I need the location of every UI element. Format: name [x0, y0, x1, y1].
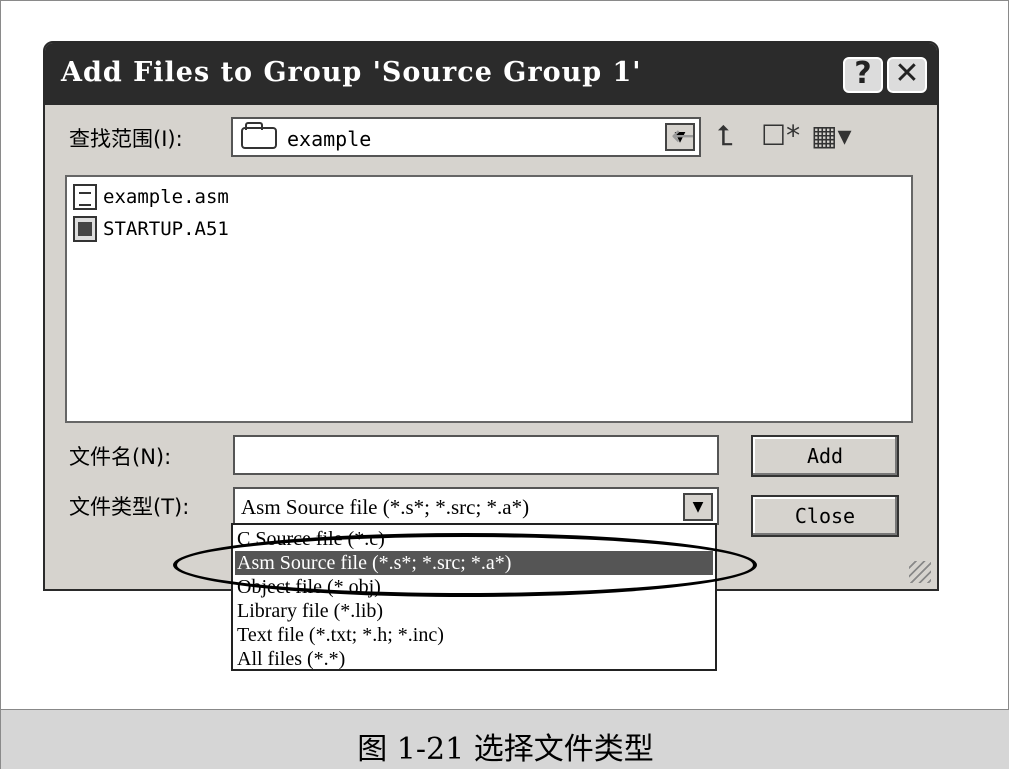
look-in-value: example — [287, 127, 372, 151]
dropdown-option[interactable]: Library file (*.lib) — [237, 599, 383, 623]
list-item[interactable]: example.asm — [73, 183, 229, 211]
file-type-value: Asm Source file (*.s*; *.src; *.a*) — [241, 495, 530, 519]
file-type-dropdown[interactable]: C Source file (*.c) Asm Source file (*.s… — [231, 523, 717, 671]
figure-frame: Add Files to Group 'Source Group 1' ? ✕ … — [0, 0, 1009, 769]
dialog-title: Add Files to Group 'Source Group 1' — [61, 57, 642, 88]
file-name-input[interactable] — [233, 435, 719, 475]
file-name-label: 文件名(N): — [69, 445, 172, 469]
document-icon — [73, 184, 97, 210]
look-in-combo[interactable]: example ▼ — [231, 117, 701, 157]
up-folder-icon[interactable]: ⮤ — [717, 119, 734, 153]
resize-grip-icon[interactable] — [909, 561, 931, 583]
dropdown-option[interactable]: C Source file (*.c) — [237, 527, 385, 551]
file-name: example.asm — [103, 186, 229, 208]
add-files-dialog: Add Files to Group 'Source Group 1' ? ✕ … — [43, 41, 939, 591]
executable-icon — [73, 216, 97, 242]
figure-caption: 图 1-21 选择文件类型 — [357, 732, 654, 767]
back-arrow-icon[interactable]: ← — [671, 119, 694, 153]
dropdown-option-selected[interactable]: Asm Source file (*.s*; *.src; *.a*) — [235, 551, 713, 575]
dropdown-option[interactable]: Text file (*.txt; *.h; *.inc) — [237, 623, 444, 647]
add-button[interactable]: Add — [751, 435, 899, 477]
new-folder-icon[interactable]: ☐* — [761, 119, 800, 153]
close-window-button[interactable]: ✕ — [887, 57, 927, 93]
file-type-combo[interactable]: Asm Source file (*.s*; *.src; *.a*) ▼ — [233, 487, 719, 525]
dropdown-option[interactable]: All files (*.*) — [237, 647, 345, 671]
close-button[interactable]: Close — [751, 495, 899, 537]
chevron-down-icon[interactable]: ▼ — [683, 493, 713, 521]
title-bar: Add Files to Group 'Source Group 1' ? ✕ — [45, 43, 937, 105]
view-menu-icon[interactable]: ▦▾ — [811, 119, 852, 153]
look-in-label: 查找范围(I): — [69, 127, 183, 151]
folder-icon — [241, 122, 277, 149]
help-button[interactable]: ? — [843, 57, 883, 93]
file-name: STARTUP.A51 — [103, 218, 229, 240]
caption-bar: 图 1-21 选择文件类型 — [1, 709, 1009, 769]
dropdown-option[interactable]: Object file (*.obj) — [237, 575, 381, 599]
file-list[interactable]: example.asm STARTUP.A51 — [65, 175, 913, 423]
list-item[interactable]: STARTUP.A51 — [73, 215, 229, 243]
file-type-label: 文件类型(T): — [69, 495, 190, 519]
